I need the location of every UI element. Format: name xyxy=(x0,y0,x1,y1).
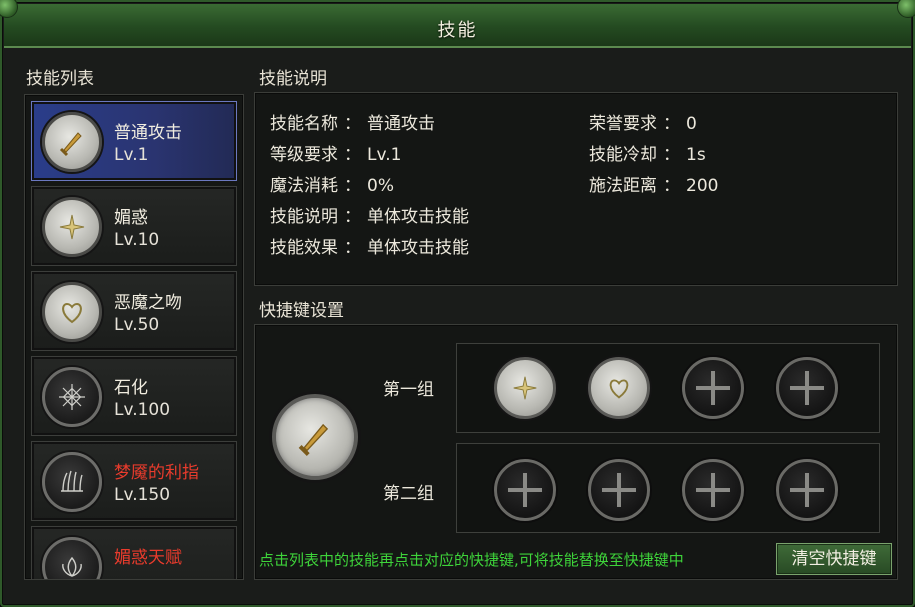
heart-icon xyxy=(609,379,629,399)
skill-level: Lv.50 xyxy=(114,315,160,335)
claw-icon xyxy=(42,452,102,512)
heart-icon xyxy=(42,282,102,342)
skill-item-charm[interactable]: 媚惑 Lv.10 xyxy=(31,186,237,266)
skill-item-demon-kiss[interactable]: 恶魔之吻 Lv.50 xyxy=(31,271,237,351)
group-label-1: 第一组 xyxy=(383,380,434,400)
hotkey-slot-empty[interactable] xyxy=(682,357,744,419)
desc-row: 技能效果：单体攻击技能 xyxy=(270,238,469,258)
skill-level: Lv.150 xyxy=(114,485,171,505)
skill-level: Lv.100 xyxy=(114,400,171,420)
skill-name: 石化 xyxy=(114,378,148,398)
hotkey-group-1 xyxy=(456,343,880,433)
skill-name: 媚惑天赋 xyxy=(114,548,182,568)
selected-skill-slot[interactable] xyxy=(272,394,358,480)
hotkey-slot-empty[interactable] xyxy=(588,459,650,521)
hotkey-slot-empty[interactable] xyxy=(776,459,838,521)
desc-row: 技能名称：普通攻击 xyxy=(270,114,435,134)
skill-item-normal-attack[interactable]: 普通攻击 Lv.1 xyxy=(31,101,237,181)
title-bar: 技能 xyxy=(4,4,911,48)
desc-row: 施法距离： 200 xyxy=(589,176,719,196)
skill-level: Lv.1 xyxy=(114,145,149,165)
sword-icon xyxy=(298,423,329,457)
hotkey-slot-empty[interactable] xyxy=(494,459,556,521)
skill-list[interactable]: 普通攻击 Lv.1 媚惑 Lv.10 恶魔之吻 Lv.50 石化 Lv.100 … xyxy=(24,94,244,580)
sparkle-icon xyxy=(42,197,102,257)
web-icon xyxy=(42,367,102,427)
desc-row: 技能说明：单体攻击技能 xyxy=(270,207,469,227)
plus-icon xyxy=(790,473,824,507)
skill-level: Lv.10 xyxy=(114,230,160,250)
desc-row: 荣誉要求： 0 xyxy=(589,114,697,134)
plus-icon xyxy=(602,473,636,507)
hotkey-slot-empty[interactable] xyxy=(776,357,838,419)
desc-row: 技能冷却： 1s xyxy=(589,145,706,165)
hotkey-title: 快捷键设置 xyxy=(259,301,344,321)
skill-item-nightmare-finger[interactable]: 梦魇的利指 Lv.150 xyxy=(31,441,237,521)
skill-name: 梦魇的利指 xyxy=(114,463,199,483)
window-title: 技能 xyxy=(437,20,478,41)
sword-icon xyxy=(42,112,102,172)
hotkey-hint: 点击列表中的技能再点击对应的快捷键,可将技能替换至快捷键中 xyxy=(259,551,684,569)
plus-icon xyxy=(696,371,730,405)
group-label-2: 第二组 xyxy=(383,484,434,504)
skill-name: 恶魔之吻 xyxy=(114,293,182,313)
hotkey-slot-empty[interactable] xyxy=(682,459,744,521)
hotkey-slot[interactable] xyxy=(588,357,650,419)
lotus-icon xyxy=(42,537,102,579)
skill-name: 普通攻击 xyxy=(114,123,182,143)
sparkle-icon xyxy=(513,376,537,400)
description-title: 技能说明 xyxy=(259,69,327,89)
skill-name: 媚惑 xyxy=(114,208,148,228)
hotkey-group-2 xyxy=(456,443,880,533)
desc-row: 等级要求： Lv.1 xyxy=(270,145,402,165)
skill-item-charm-talent[interactable]: 媚惑天赋 xyxy=(31,526,237,579)
plus-icon xyxy=(508,473,542,507)
plus-icon xyxy=(696,473,730,507)
desc-row: 魔法消耗： 0% xyxy=(270,176,394,196)
skill-list-title: 技能列表 xyxy=(26,69,94,89)
clear-hotkeys-button[interactable]: 清空快捷键 xyxy=(776,543,892,575)
plus-icon xyxy=(790,371,824,405)
hotkey-slot[interactable] xyxy=(494,357,556,419)
skill-item-petrify[interactable]: 石化 Lv.100 xyxy=(31,356,237,436)
